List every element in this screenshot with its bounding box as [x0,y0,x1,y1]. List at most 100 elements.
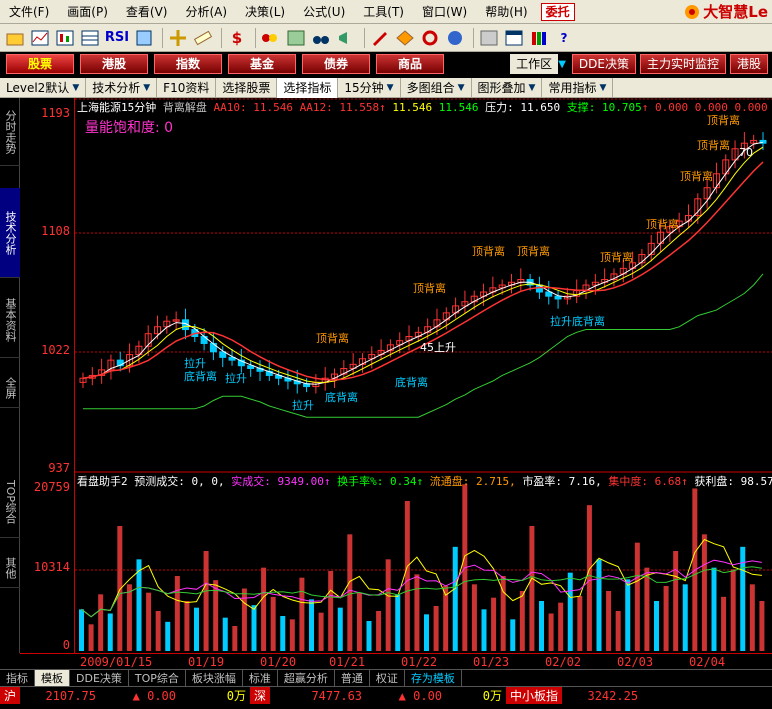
sz-index-label[interactable]: 深 [250,687,271,704]
sidebar-item-timeshare[interactable]: 分时走势 [0,98,20,166]
tab-warrant[interactable]: 权证 [370,669,405,687]
sh-index-label[interactable]: 沪 [0,687,21,704]
toolbar-separator [473,27,474,48]
volume-bar [347,534,353,651]
tab-f10[interactable]: F10资料 [157,77,217,98]
menu-help[interactable]: 帮助(H) [476,3,536,20]
grid-icon[interactable] [285,27,307,49]
menu-view[interactable]: 查看(V) [117,3,177,20]
volume-bar [471,584,477,651]
menu-decision[interactable]: 决策(L) [236,3,294,20]
volume-bar [107,613,113,651]
tab-overlay[interactable]: 图形叠加 ▼ [472,77,543,98]
tab-15min[interactable]: 15分钟 ▼ [338,77,401,98]
x-tick-label: 2009/01/15 [80,655,153,669]
sidebar-item-other[interactable]: 其他 [0,548,20,588]
workarea-label[interactable]: 工作区 [510,54,559,74]
menu-screen[interactable]: 画面(P) [58,3,117,20]
workarea-group: 工作区 ▼ DDE决策 主力实时监控 港股 [510,54,772,74]
minute-chart-icon[interactable] [29,27,51,49]
tab-select-indicator[interactable]: 选择指标 [277,77,339,98]
tab-standard[interactable]: 标准 [243,669,278,687]
ruler-icon[interactable] [192,27,214,49]
bottom-divergence-label: 底背离 [395,376,428,389]
megaphone-icon[interactable] [335,27,357,49]
market-bond-button[interactable]: 债券 [302,54,370,74]
menu-analysis[interactable]: 分析(A) [176,3,236,20]
no-sign-icon[interactable] [419,27,441,49]
sidebar-item-technical[interactable]: 技术分析 [0,188,20,278]
tab-select-stock[interactable]: 选择股票 [216,77,278,98]
sme-index-label[interactable]: 中小板指 [506,687,563,704]
open-folder-icon[interactable] [4,27,26,49]
tab-tech-analysis[interactable]: 技术分析 ▼ [86,77,158,98]
sz-index-value: 7477.63 [311,688,363,703]
y-axis: 1193 1108 1022 937 20759 10314 0 [20,98,75,653]
volume-bar [222,617,228,651]
rsi-icon[interactable]: RSI [104,27,130,49]
layout-icon[interactable] [503,27,525,49]
float-value: 2.715, [475,475,516,488]
tab-normal[interactable]: 普通 [335,669,370,687]
books-icon[interactable] [528,27,550,49]
menu-formula[interactable]: 公式(U) [294,3,354,20]
main-monitor-button[interactable]: 主力实时监控 [639,54,726,74]
tab-multi-chart[interactable]: 多图组合 ▼ [401,77,472,98]
volume-bar [596,559,602,651]
up-arrow-icon: ↑ [416,475,424,488]
sidebar-item-fundamentals[interactable]: 基本资料 [0,283,20,358]
dollar-icon[interactable]: $ [226,27,248,49]
menu-window[interactable]: 窗口(W) [413,3,476,20]
pressure-value: 11.650 [520,101,561,114]
colorbar-icon[interactable] [260,27,282,49]
sidebar-item-top[interactable]: TOP综合 [0,468,20,538]
volume-bar [510,619,516,651]
tab-dde[interactable]: DDE决策 [70,669,129,687]
volume-bar [711,567,717,651]
tab-top[interactable]: TOP综合 [129,669,186,687]
save-template-button[interactable]: 存为模板 [405,669,462,687]
x-tick-label: 01/20 [260,655,297,669]
x-tick-label: 01/19 [188,655,225,669]
volume-bar [424,614,429,651]
volume-bar [759,600,765,651]
market-stock-button[interactable]: 股票 [6,54,74,74]
pull-up-label: 拉升 [225,372,247,385]
crosshair-icon[interactable] [167,27,189,49]
tab-sector[interactable]: 板块涨幅 [186,669,243,687]
pen-icon[interactable] [369,27,391,49]
left-sidebar: 分时走势 技术分析 基本资料 全屏 TOP综合 其他 [0,98,20,653]
workarea-dropdown-icon[interactable]: ▼ [558,59,566,70]
market-hk-button[interactable]: 港股 [80,54,148,74]
tab-super-analysis[interactable]: 超赢分析 [278,669,335,687]
market-fund-button[interactable]: 基金 [228,54,296,74]
hk-stock-button[interactable]: 港股 [729,54,768,74]
tab-label: 选择指标 [283,80,332,95]
volume-bar-group [79,484,765,651]
vol-info-line: 看盘助手2 预测成交: 0, 0, 实成交: 9349.00↑ 换手率%: 0.… [77,473,772,489]
menu-tools[interactable]: 工具(T) [354,3,413,20]
real-value: 9349.00 [277,475,324,488]
tab-indicator[interactable]: 指标 [0,669,35,687]
dde-decision-button[interactable]: DDE决策 [571,54,636,74]
sidebar-item-fullscreen[interactable]: 全屏 [0,368,20,408]
market-commodity-button[interactable]: 商品 [376,54,444,74]
market-index-button[interactable]: 指数 [154,54,222,74]
help-pointer-icon[interactable]: ? [553,27,575,49]
volume-bar [337,607,343,651]
sh-index-value: 2107.75 [45,688,97,703]
menu-file[interactable]: 文件(F) [0,3,58,20]
window-icon[interactable] [478,27,500,49]
tab-common-indicator[interactable]: 常用指标 ▼ [542,77,614,98]
binoculars-icon[interactable] [310,27,332,49]
kline-chart-icon[interactable] [54,27,76,49]
tab-level2-default[interactable]: Level2默认 ▼ [0,77,87,98]
globe-icon[interactable] [444,27,466,49]
weituo-button[interactable]: 委托 [540,2,575,21]
tab-template[interactable]: 模板 [35,669,70,687]
dropdown-arrow-icon: ▼ [143,82,151,93]
calculator-icon[interactable] [133,27,155,49]
diamond-icon[interactable] [394,27,416,49]
table-icon[interactable] [79,27,101,49]
tab-label: 图形叠加 [477,80,526,95]
